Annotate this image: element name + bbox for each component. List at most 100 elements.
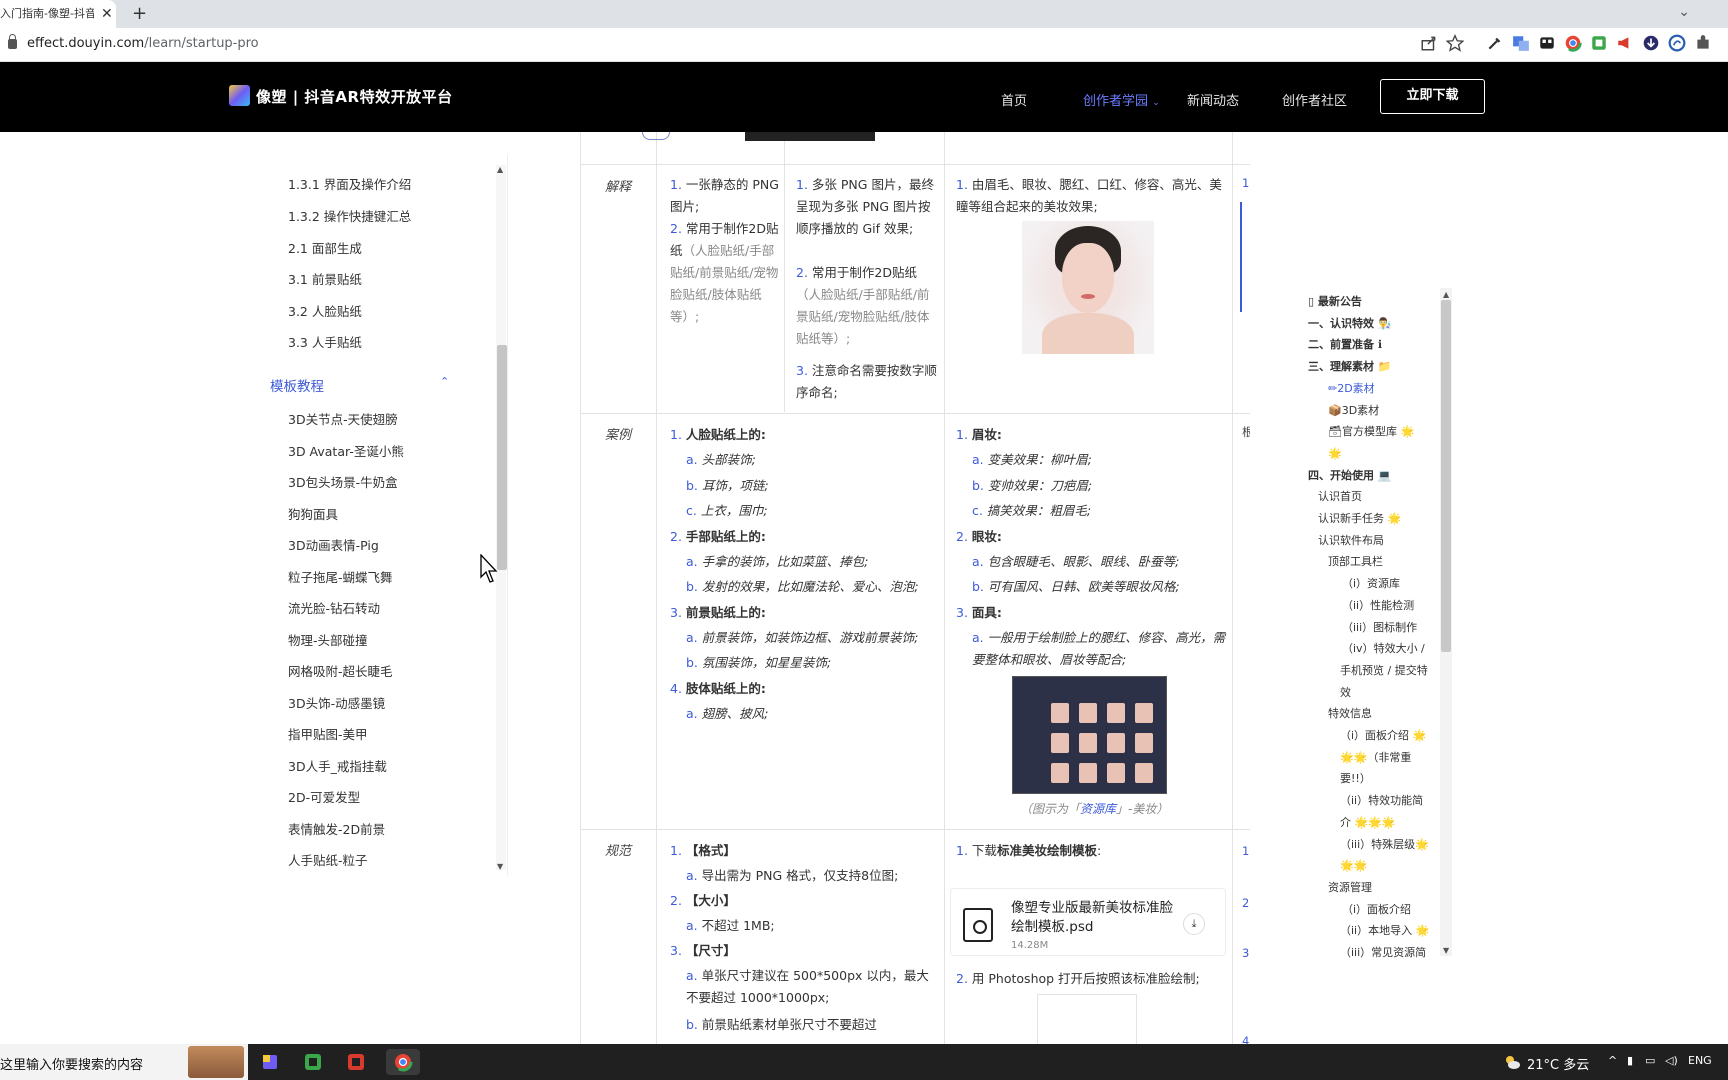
toc-item[interactable]: 介 🌟🌟🌟 (1340, 815, 1396, 830)
logo-icon[interactable] (229, 85, 250, 106)
sidebar-item[interactable]: 粒子拖尾-蝴蝶飞舞 (288, 567, 393, 586)
effect-creator-app-icon[interactable] (257, 1049, 283, 1075)
download-icon[interactable]: ⤓ (1183, 913, 1205, 935)
sidebar-item[interactable]: 3D头饰-动感墨镜 (288, 693, 385, 712)
sidebar-item[interactable]: 3D关节点-天使翅膀 (288, 409, 398, 428)
sidebar-item[interactable]: 3D人手_戒指挂载 (288, 756, 387, 775)
toc-item[interactable]: （iv）特效大小 / (1342, 641, 1425, 656)
sidebar-item[interactable]: 3.3 人手贴纸 (288, 332, 362, 351)
taskbar-search-input[interactable]: 这里输入你要搜索的内容 (0, 1054, 143, 1073)
volume-icon[interactable]: ◁) (1665, 1054, 1678, 1067)
star-icon[interactable] (1446, 34, 1464, 52)
file-attachment-card[interactable]: 像塑专业版最新美妆标准脸绘制模板.psd 14.28M ⤓ (950, 888, 1226, 956)
toc-item[interactable]: （i）面板介绍 (1342, 902, 1411, 917)
sidebar-item[interactable]: 物理-头部碰撞 (288, 630, 368, 649)
extension-icon[interactable] (1538, 34, 1556, 52)
toc-item[interactable]: 四、开始使用 💻 (1308, 468, 1392, 483)
language-indicator[interactable]: ENG (1688, 1054, 1712, 1067)
toc-item[interactable]: （iii）常见资源简 (1340, 945, 1426, 958)
new-tab-button[interactable]: + (132, 2, 147, 26)
toc-item[interactable]: （i）面板介绍 🌟 (1340, 728, 1426, 743)
resource-library-link[interactable]: 资源库 (1080, 802, 1116, 816)
url-field[interactable]: effect.douyin.com/learn/startup-pro (27, 36, 259, 51)
translate-icon[interactable] (1512, 34, 1530, 52)
toc-item[interactable]: 一、认识特效 👨‍🔬 (1308, 316, 1392, 331)
toc-item[interactable]: 🗃官方模型库 🌟 (1328, 424, 1414, 439)
toc-item[interactable]: 要!!） (1340, 771, 1371, 786)
download-button[interactable]: 立即下载 (1380, 79, 1485, 114)
toc-item[interactable]: 特效信息 (1328, 706, 1372, 721)
toc-item[interactable]: （ii）本地导入 🌟 (1340, 923, 1429, 938)
toc-item[interactable]: 🌟 (1328, 446, 1342, 461)
toc-item[interactable]: 认识首页 (1318, 489, 1362, 504)
sidebar-item[interactable]: 3D Avatar-圣诞小熊 (288, 441, 404, 460)
puzzle-icon[interactable] (1694, 34, 1712, 52)
weather-cloud-icon[interactable] (1503, 1053, 1521, 1071)
sidebar-item[interactable]: 3D动画表情-Pig (288, 535, 379, 554)
toc-item[interactable]: （iii）特殊层级🌟 (1340, 837, 1429, 852)
nav-home[interactable]: 首页 (1001, 90, 1027, 109)
sidebar-item[interactable]: 流光脸-钻石转动 (288, 598, 380, 617)
weather-text[interactable]: 21°C 多云 (1527, 1054, 1589, 1073)
scroll-up-arrow-icon[interactable]: ▲ (497, 165, 503, 174)
network-icon[interactable]: ▭ (1645, 1054, 1655, 1067)
toc-scrollbar-thumb[interactable] (1441, 300, 1451, 652)
toc-item[interactable]: 🌟🌟（非常重 (1340, 750, 1411, 765)
sidebar-item[interactable]: 指甲贴图-美甲 (288, 724, 368, 743)
toc-item[interactable]: 顶部工具栏 (1328, 554, 1383, 569)
nav-community[interactable]: 创作者社区 (1282, 90, 1347, 109)
download-circle-icon[interactable] (1642, 34, 1660, 52)
sidebar-item[interactable]: 表情触发-2D前景 (288, 819, 385, 838)
address-bar[interactable]: effect.douyin.com/learn/startup-pro (0, 28, 1728, 62)
sidebar-item[interactable]: 3D包头场景-牛奶盒 (288, 472, 398, 491)
browser-tab[interactable]: 入门指南-像塑-抖音A ✕ (0, 0, 116, 28)
share-icon[interactable] (1420, 34, 1438, 52)
toc-item[interactable]: ▯ 最新公告 (1308, 294, 1362, 309)
toc-item[interactable]: （ii）特效功能简 (1340, 793, 1423, 808)
chevron-up-icon[interactable]: ⌃ (440, 375, 449, 388)
lock-icon[interactable] (8, 34, 17, 49)
toc-item[interactable]: （iii）图标制作 (1342, 620, 1417, 635)
toc-item[interactable]: 三、理解素材 📁 (1308, 359, 1392, 374)
sidebar-item[interactable]: 2.1 面部生成 (288, 238, 362, 257)
toc-item[interactable]: 二、前置准备 ℹ (1308, 337, 1382, 352)
sidebar-item[interactable]: 狗狗面具 (288, 504, 338, 523)
toc-item[interactable]: （ii）性能检测 (1342, 598, 1414, 613)
tab-search-icon[interactable]: ⌄ (1678, 4, 1690, 20)
toc-item[interactable]: （i）资源库 (1342, 576, 1400, 591)
chrome-taskbar-icon[interactable] (386, 1049, 420, 1075)
eyedropper-icon[interactable] (1486, 34, 1504, 52)
sidebar-item[interactable]: 3.1 前景贴纸 (288, 269, 362, 288)
sidebar-item[interactable]: 1.3.1 界面及操作介绍 (288, 174, 411, 193)
nav-news[interactable]: 新闻动态 (1187, 90, 1239, 109)
close-icon[interactable]: ✕ (101, 0, 113, 28)
site-logo-text[interactable]: 像塑 | 抖音AR特效开放平台 (256, 86, 453, 107)
sidebar-item[interactable]: 3.2 人脸贴纸 (288, 301, 362, 320)
toc-item[interactable]: 效 (1340, 685, 1351, 700)
sidebar-item[interactable]: 网格吸附-超长睫毛 (288, 661, 393, 680)
toc-item[interactable]: 认识新手任务 🌟 (1318, 511, 1401, 526)
sidebar-scrollbar-thumb[interactable] (497, 345, 507, 570)
toc-item[interactable]: 手机预览 / 提交特 (1340, 663, 1428, 678)
red-app-icon[interactable] (343, 1049, 369, 1075)
toc-item[interactable]: 📦3D素材 (1328, 403, 1379, 418)
extension-green-icon[interactable] (1590, 34, 1608, 52)
sidebar-item[interactable]: 人手贴纸-粒子 (288, 850, 368, 869)
edge-circle-icon[interactable] (1668, 34, 1686, 52)
sidebar-item[interactable]: 1.3.2 操作快捷键汇总 (288, 206, 411, 225)
taskbar-search[interactable]: 这里输入你要搜索的内容 (0, 1044, 248, 1080)
green-app-icon[interactable] (300, 1049, 326, 1075)
scroll-up-arrow-icon[interactable]: ▲ (1443, 290, 1449, 299)
nav-creator-academy[interactable]: 创作者学园 ⌄ (1083, 90, 1160, 109)
scroll-down-arrow-icon[interactable]: ▼ (497, 862, 503, 871)
toc-item[interactable]: 资源管理 (1328, 880, 1372, 895)
chrome-icon[interactable] (1564, 34, 1582, 52)
battery-icon[interactable]: ▮ (1627, 1054, 1633, 1067)
toc-item[interactable]: 认识软件布局 (1318, 533, 1384, 548)
toc-item[interactable]: 🌟🌟 (1340, 858, 1367, 873)
megaphone-icon[interactable] (1616, 34, 1634, 52)
scroll-down-arrow-icon[interactable]: ▼ (1443, 946, 1449, 955)
toc-item[interactable]: ✏2D素材 (1328, 381, 1375, 396)
sidebar-item[interactable]: 2D-可爱发型 (288, 787, 360, 806)
chevron-up-icon[interactable]: ^ (1608, 1054, 1617, 1067)
